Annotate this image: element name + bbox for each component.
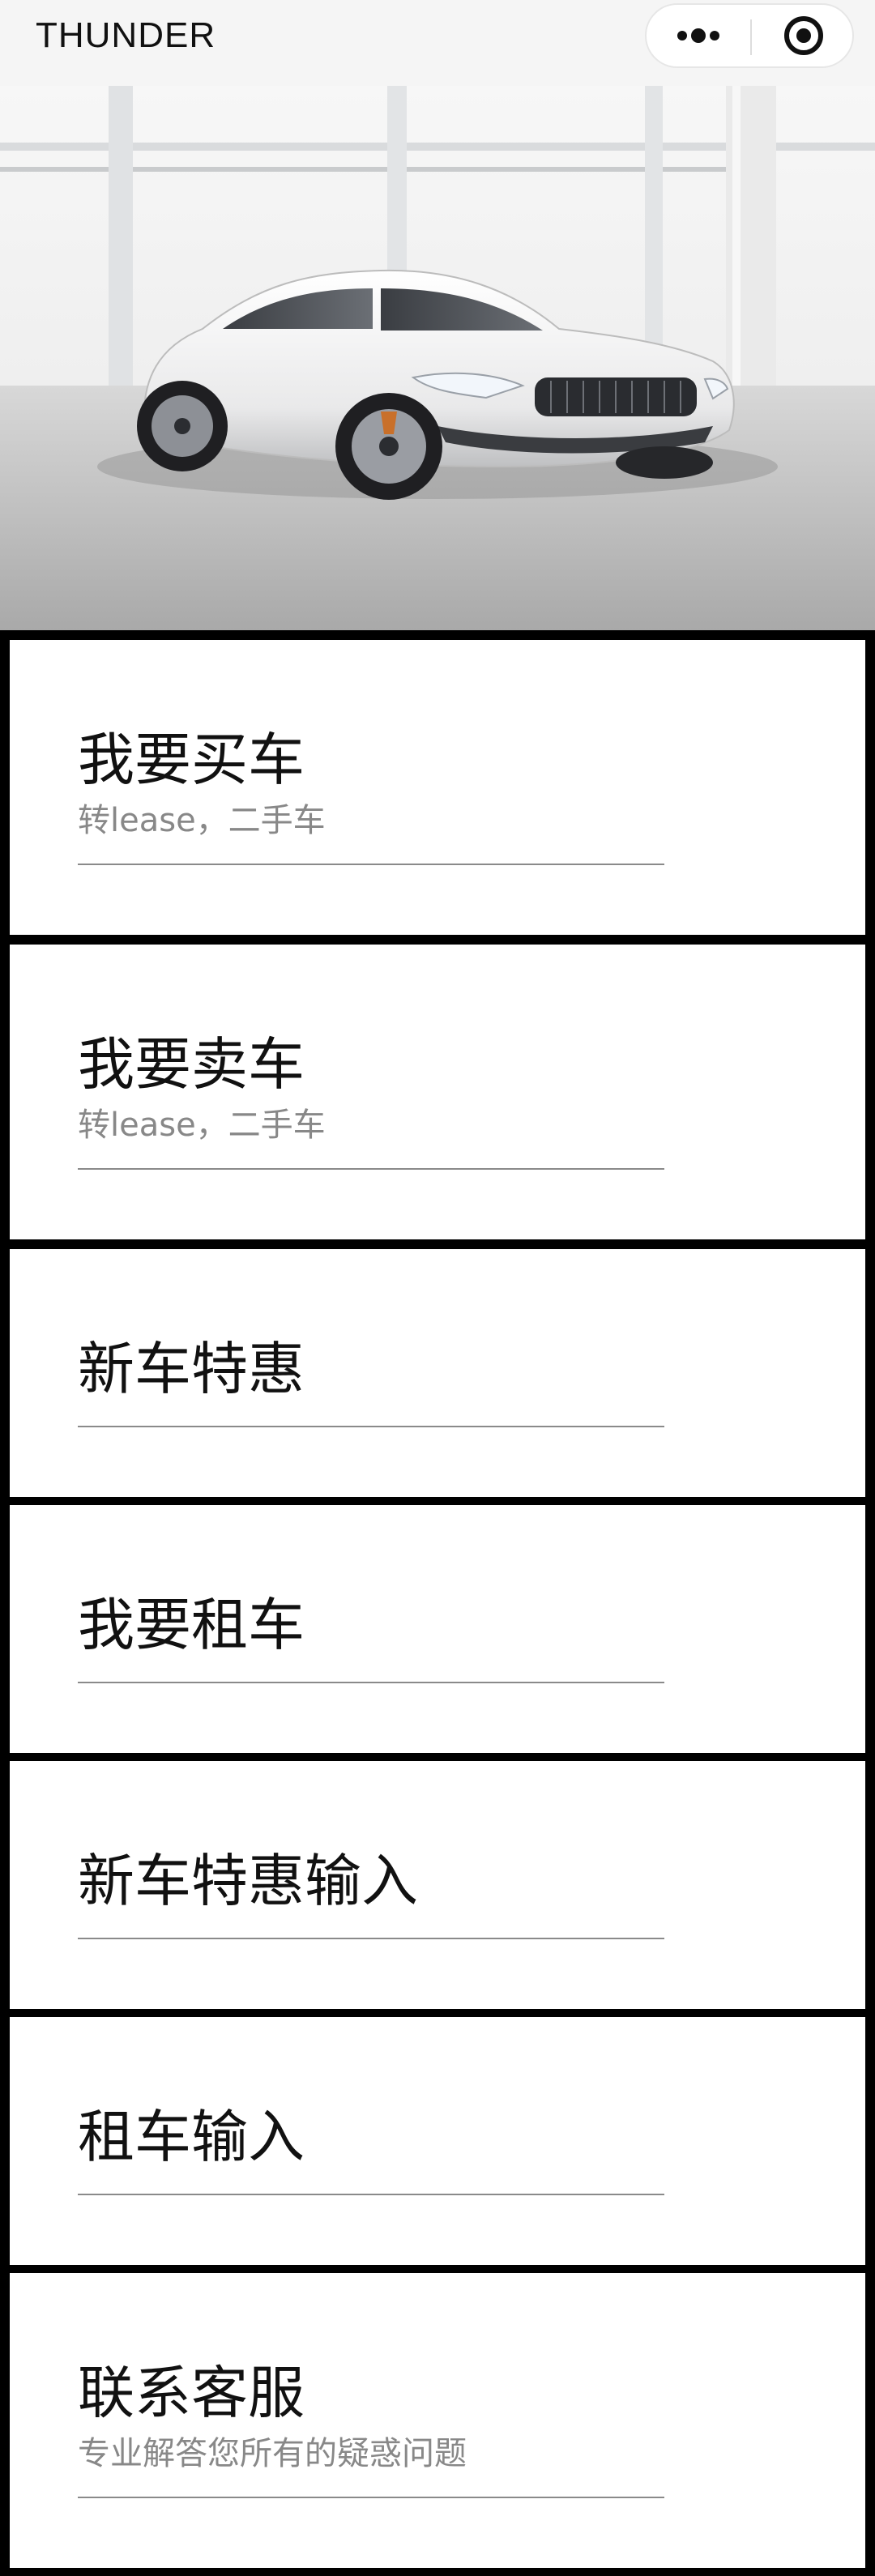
menu-item-title: 租车输入 (78, 2104, 305, 2170)
menu-item-divider (78, 1426, 664, 1427)
menu-item-title: 新车特惠输入 (78, 1848, 418, 1914)
menu-item-subtitle: 专业解答您所有的疑惑问题 (78, 2435, 467, 2472)
more-button[interactable] (647, 5, 750, 66)
app-title: THUNDER (36, 15, 216, 55)
menu-item-divider (78, 1168, 664, 1170)
menu-item-new-car-deals-input[interactable]: 新车特惠输入 (10, 1761, 865, 2009)
hero-banner (0, 86, 875, 630)
menu-item-title: 我要租车 (78, 1592, 305, 1658)
menu-item-divider (78, 2497, 664, 2498)
menu-item-rent-input[interactable]: 租车输入 (10, 2017, 865, 2265)
menu-item-divider (78, 1682, 664, 1683)
menu-item-new-car-deals[interactable]: 新车特惠 (10, 1249, 865, 1497)
menu-item-subtitle: 转lease，二手车 (78, 802, 326, 839)
miniprogram-capsule (645, 3, 854, 68)
close-button[interactable] (752, 5, 852, 66)
menu-item-buy-car[interactable]: 我要买车 转lease，二手车 (10, 640, 865, 935)
menu-item-divider (78, 2194, 664, 2195)
menu-item-rent-car[interactable]: 我要租车 (10, 1505, 865, 1753)
menu-item-divider (78, 1938, 664, 1939)
car-showroom-image (0, 86, 875, 630)
menu-item-title: 我要卖车 (78, 1031, 305, 1098)
more-dots-icon (677, 28, 719, 43)
target-circle-icon (784, 16, 823, 55)
menu-item-divider (78, 864, 664, 865)
menu-item-title: 我要买车 (78, 727, 305, 793)
menu-item-subtitle: 转lease，二手车 (78, 1107, 326, 1144)
menu-item-title: 联系客服 (78, 2360, 305, 2426)
menu-item-sell-car[interactable]: 我要卖车 转lease，二手车 (10, 945, 865, 1239)
menu-item-customer-service[interactable]: 联系客服 专业解答您所有的疑惑问题 (10, 2273, 865, 2568)
menu-item-title: 新车特惠 (78, 1336, 305, 1402)
nav-bar: THUNDER (0, 0, 875, 86)
